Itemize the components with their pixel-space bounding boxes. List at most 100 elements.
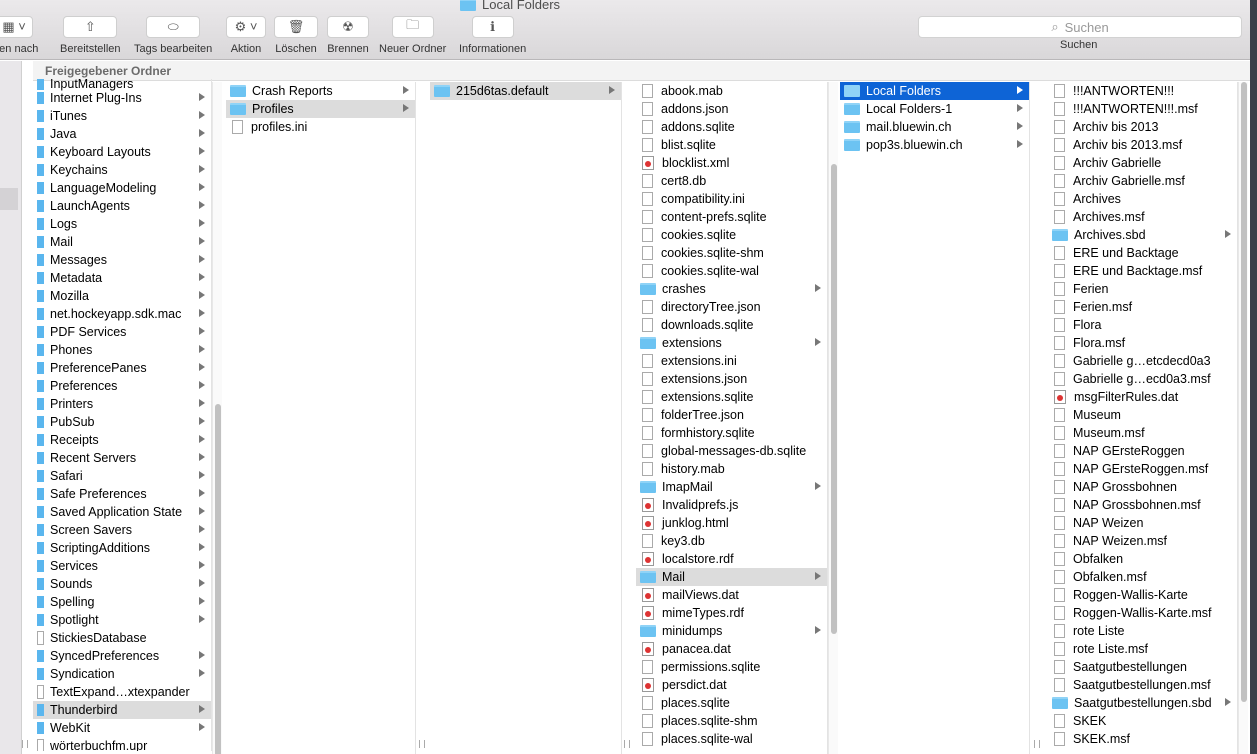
list-item[interactable]: Internet Plug-Ins <box>33 89 211 107</box>
list-item[interactable]: Roggen-Wallis-Karte <box>1048 586 1237 604</box>
column-resize-handle[interactable] <box>22 740 28 748</box>
list-item[interactable]: downloads.sqlite <box>636 316 827 334</box>
burn-button[interactable]: ☢ Brennen <box>327 16 369 55</box>
list-item[interactable]: profiles.ini <box>226 118 415 136</box>
view-button[interactable]: ▦ ˅ hten nach <box>0 16 38 55</box>
list-item[interactable]: Screen Savers <box>33 521 211 539</box>
list-item[interactable]: Archiv Gabrielle.msf <box>1048 172 1237 190</box>
list-item[interactable]: Java <box>33 125 211 143</box>
list-item[interactable]: !!!ANTWORTEN!!! <box>1048 82 1237 100</box>
list-item[interactable]: rote Liste.msf <box>1048 640 1237 658</box>
search-input[interactable]: ⌕ Suchen <box>918 16 1242 38</box>
list-item[interactable]: crashes <box>636 280 827 298</box>
list-item[interactable]: ERE und Backtage <box>1048 244 1237 262</box>
list-item[interactable]: ImapMail <box>636 478 827 496</box>
column-resize-handle[interactable] <box>1034 740 1040 748</box>
list-item[interactable]: LaunchAgents <box>33 197 211 215</box>
info-button[interactable]: ℹ Informationen <box>459 16 526 55</box>
list-item[interactable]: SKEK.msf <box>1048 730 1237 748</box>
list-item[interactable]: Gabrielle g…ecd0a3.msf <box>1048 370 1237 388</box>
list-item[interactable]: PreferencePanes <box>33 359 211 377</box>
list-item[interactable]: msgFilterRules.dat <box>1048 388 1237 406</box>
list-item[interactable]: Ferien <box>1048 280 1237 298</box>
list-item[interactable]: Phones <box>33 341 211 359</box>
list-item[interactable]: rote Liste <box>1048 622 1237 640</box>
list-item[interactable]: folderTree.json <box>636 406 827 424</box>
list-item[interactable]: LanguageModeling <box>33 179 211 197</box>
list-item[interactable]: mailViews.dat <box>636 586 827 604</box>
list-item[interactable]: iTunes <box>33 107 211 125</box>
list-item[interactable]: Archives.msf <box>1048 208 1237 226</box>
list-item[interactable]: minidumps <box>636 622 827 640</box>
scrollbar-thumb[interactable] <box>1241 82 1247 702</box>
list-item[interactable]: Syndication <box>33 665 211 683</box>
new-folder-button[interactable]: 🗀 Neuer Ordner <box>379 16 446 55</box>
list-item[interactable]: Thunderbird <box>33 701 211 719</box>
list-item[interactable]: PubSub <box>33 413 211 431</box>
list-item[interactable]: Profiles <box>226 100 415 118</box>
list-item[interactable]: Keychains <box>33 161 211 179</box>
list-item[interactable]: Archiv bis 2013.msf <box>1048 136 1237 154</box>
list-item[interactable]: net.hockeyapp.sdk.mac <box>33 305 211 323</box>
share-button[interactable]: ⇧ Bereitstellen <box>60 16 121 55</box>
list-item[interactable]: Spelling <box>33 593 211 611</box>
list-item[interactable]: Saatgutbestellungen.sbd <box>1048 694 1237 712</box>
list-item[interactable]: Printers <box>33 395 211 413</box>
list-item[interactable]: ERE und Backtage.msf <box>1048 262 1237 280</box>
list-item[interactable]: Saatgutbestellungen <box>1048 658 1237 676</box>
list-item[interactable]: Local Folders-1 <box>840 100 1029 118</box>
list-item[interactable]: extensions.json <box>636 370 827 388</box>
list-item[interactable]: extensions.sqlite <box>636 388 827 406</box>
list-item[interactable]: TextExpand…xtexpander <box>33 683 211 701</box>
list-item[interactable]: SKEK <box>1048 712 1237 730</box>
list-item[interactable]: 215d6tas.default <box>430 82 621 100</box>
list-item[interactable]: places.sqlite-shm <box>636 712 827 730</box>
list-item[interactable]: Messages <box>33 251 211 269</box>
list-item[interactable]: compatibility.ini <box>636 190 827 208</box>
list-item[interactable]: cert8.db <box>636 172 827 190</box>
list-item[interactable]: mimeTypes.rdf <box>636 604 827 622</box>
list-item[interactable]: places.sqlite-wal <box>636 730 827 748</box>
delete-button[interactable]: 🗑 Löschen <box>274 16 318 55</box>
action-button[interactable]: ⚙ ˅ Aktion <box>226 16 266 55</box>
list-item[interactable]: Flora <box>1048 316 1237 334</box>
list-item[interactable]: Archiv bis 2013 <box>1048 118 1237 136</box>
list-item[interactable]: NAP Grossbohnen.msf <box>1048 496 1237 514</box>
list-item[interactable]: InputManagers <box>33 79 211 91</box>
list-item[interactable]: NAP GErsteRoggen <box>1048 442 1237 460</box>
list-item[interactable]: Archives <box>1048 190 1237 208</box>
list-item[interactable]: !!!ANTWORTEN!!!.msf <box>1048 100 1237 118</box>
list-item[interactable]: formhistory.sqlite <box>636 424 827 442</box>
list-item[interactable]: Obfalken <box>1048 550 1237 568</box>
list-item[interactable]: extensions.ini <box>636 352 827 370</box>
list-item[interactable]: cookies.sqlite <box>636 226 827 244</box>
list-item[interactable]: abook.mab <box>636 82 827 100</box>
list-item[interactable]: addons.sqlite <box>636 118 827 136</box>
list-item[interactable]: Mail <box>33 233 211 251</box>
list-item[interactable]: localstore.rdf <box>636 550 827 568</box>
list-item[interactable]: blocklist.xml <box>636 154 827 172</box>
list-item[interactable]: Local Folders <box>840 82 1029 100</box>
scrollbar[interactable] <box>212 82 222 754</box>
list-item[interactable]: Sounds <box>33 575 211 593</box>
list-item[interactable]: global-messages-db.sqlite <box>636 442 827 460</box>
list-item[interactable]: StickiesDatabase <box>33 629 211 647</box>
list-item[interactable]: Logs <box>33 215 211 233</box>
list-item[interactable]: PDF Services <box>33 323 211 341</box>
list-item[interactable]: permissions.sqlite <box>636 658 827 676</box>
list-item[interactable]: addons.json <box>636 100 827 118</box>
list-item[interactable]: NAP Weizen.msf <box>1048 532 1237 550</box>
list-item[interactable]: Archives.sbd <box>1048 226 1237 244</box>
list-item[interactable]: wörterbuchfm.upr <box>33 737 211 751</box>
list-item[interactable]: Preferences <box>33 377 211 395</box>
list-item[interactable]: Museum.msf <box>1048 424 1237 442</box>
list-item[interactable]: cookies.sqlite-shm <box>636 244 827 262</box>
scrollbar-thumb[interactable] <box>831 164 837 634</box>
list-item[interactable]: NAP GErsteRoggen.msf <box>1048 460 1237 478</box>
list-item[interactable]: key3.db <box>636 532 827 550</box>
list-item[interactable]: Obfalken.msf <box>1048 568 1237 586</box>
list-item[interactable]: cookies.sqlite-wal <box>636 262 827 280</box>
list-item[interactable]: Museum <box>1048 406 1237 424</box>
tags-button[interactable]: ⬭ Tags bearbeiten <box>134 16 212 55</box>
list-item[interactable]: Mail <box>636 568 827 586</box>
